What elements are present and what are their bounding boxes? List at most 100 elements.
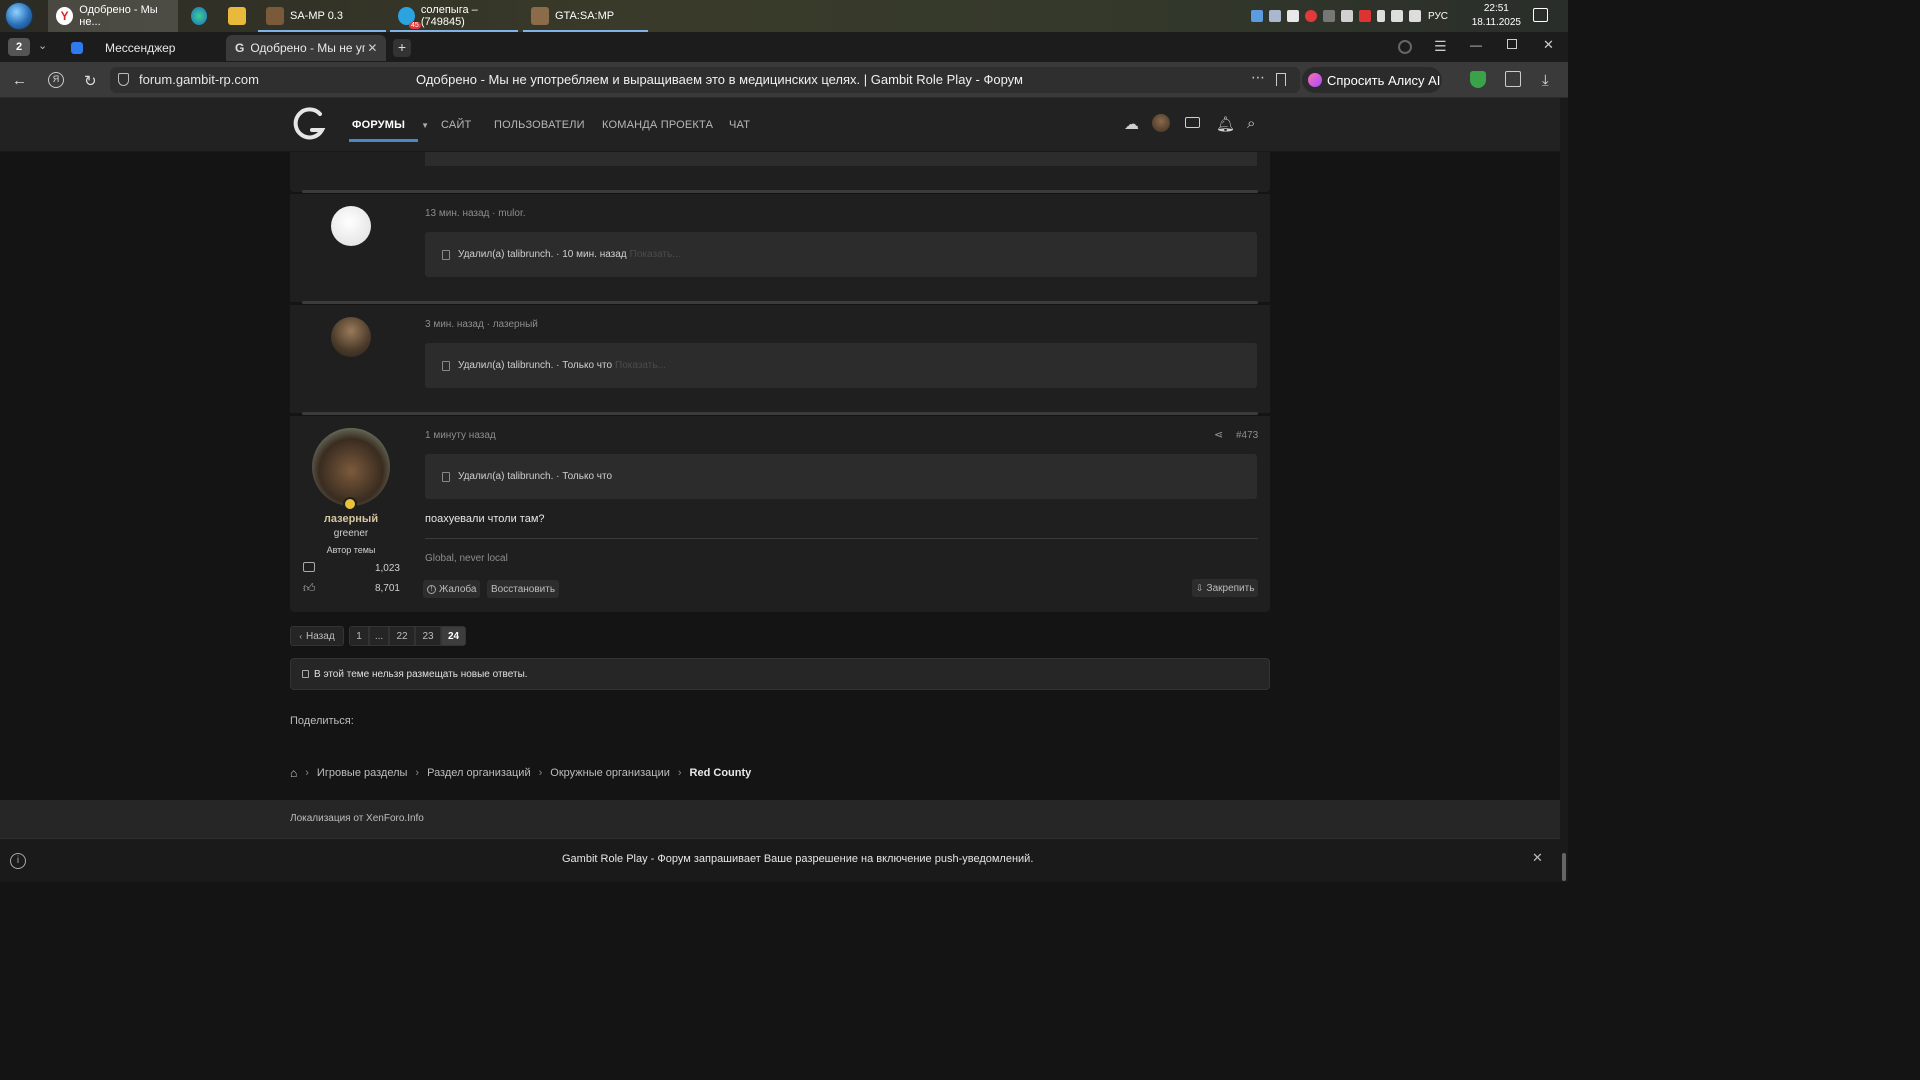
thread-content: 13 мин. назад · mulor. Удалил(а) talibru… [0,152,1560,800]
restore-button[interactable]: Восстановить [487,580,560,598]
search-icon[interactable]: ⌕ [1247,115,1255,132]
page-link[interactable]: 1 [349,626,369,646]
bell-icon[interactable]: 🔔︎ [1216,115,1235,133]
close-icon[interactable]: ✕ [1532,850,1543,866]
tab-group-counter[interactable]: 2 [8,38,30,56]
yandex-browser-icon: Y [56,7,74,25]
pin-button[interactable]: ⇩ Закрепить [1192,579,1259,597]
post-separator [302,190,1258,193]
scrollbar-thumb[interactable] [1562,853,1566,881]
taskbar-item-label: SA-MP 0.3 [290,10,343,22]
notifications-icon[interactable] [1533,8,1548,22]
app-tray-icon[interactable] [1341,10,1353,22]
avatar[interactable] [331,206,371,246]
taskbar-item-explorer[interactable] [220,0,252,32]
taskbar-item-label: GTA:SA:MP [555,10,615,22]
start-button[interactable] [5,2,33,30]
share-icon[interactable]: ⋖ [1214,428,1223,441]
minimize-icon[interactable]: — [1470,38,1482,52]
page-title-text: Одобрено - Мы не употребляем и выращивае… [416,72,1023,87]
url-field[interactable]: forum.gambit-rp.com Одобрено - Мы не упо… [110,67,1300,93]
yandex-home-icon[interactable]: Я [48,72,64,88]
chevron-right-icon: › [677,767,682,779]
trash-icon [442,249,450,260]
deleted-post-tail [425,152,1257,166]
author-avatar[interactable] [312,428,390,506]
gambit-logo[interactable] [290,106,328,142]
report-button[interactable]: ! Жалоба [423,580,481,598]
ask-alice-button[interactable]: Спросить Алису AI [1302,67,1442,93]
restore-icon[interactable] [1507,39,1517,49]
nav-forums[interactable]: ФОРУМЫ ▼ [352,98,429,152]
locked-notice-text: В этой теме нельзя размещать новые ответ… [314,668,528,680]
network-icon[interactable] [1391,10,1403,22]
language-indicator[interactable]: РУС [1428,11,1448,22]
site-info-icon[interactable] [118,73,129,86]
nav-users[interactable]: ПОЛЬЗОВАТЕЛИ [494,98,585,152]
volume-icon[interactable] [1409,10,1421,22]
taskbar-item-samp[interactable]: SA-MP 0.3 [258,0,386,32]
steam-icon[interactable] [1269,10,1281,22]
avatar[interactable] [331,317,371,357]
pagination-prev[interactable]: ‹ Назад [290,626,344,646]
page-current[interactable]: 24 [441,626,466,646]
tab-label: Одобрено - Мы не упо [250,41,366,55]
breadcrumb-item-current[interactable]: Red County [690,767,752,779]
yandex-tray-icon[interactable] [1305,10,1317,22]
post-meta[interactable]: 13 мин. назад · mulor. [425,208,526,219]
back-arrow-icon[interactable]: ← [12,72,27,89]
page-scrollbar[interactable] [1560,98,1568,882]
close-tab-icon[interactable]: ✕ [367,41,377,55]
collections-icon[interactable] [1505,71,1521,87]
bookmark-icon[interactable] [1276,73,1286,86]
show-link[interactable]: Показать... [630,249,681,260]
download-icon[interactable]: ⤓ [1542,72,1549,89]
post-meta[interactable]: 3 мин. назад · лазерный [425,319,538,330]
caret-down-icon[interactable]: ▼ [421,121,429,130]
tab-forum-thread[interactable]: G Одобрено - Мы не упо ✕ [226,35,386,61]
profile-icon[interactable] [1398,40,1412,54]
push-permission-bar: i Gambit Role Play - Форум запрашивает В… [0,838,1568,882]
author-name[interactable]: лазерный [290,513,412,525]
new-tab-button[interactable]: + [393,39,411,57]
nav-team[interactable]: КОМАНДА ПРОЕКТА [602,98,713,152]
info-icon[interactable]: i [10,853,26,869]
nav-chat[interactable]: ЧАТ [729,98,750,152]
mail-icon[interactable] [1185,117,1200,128]
messages-icon [303,562,315,572]
home-icon[interactable]: ⌂ [290,766,297,780]
chevron-down-icon[interactable]: ⌄ [38,39,47,52]
protect-shield-icon[interactable] [1470,71,1486,88]
post-meta[interactable]: 1 минуту назад [425,430,496,441]
breadcrumb-item[interactable]: Раздел организаций [427,767,531,779]
browser-tab-strip: 2 ⌄ Мессенджер G Одобрено - Мы не упо ✕ … [0,32,1568,62]
bluetooth-icon[interactable] [1251,10,1263,22]
amd-icon[interactable] [1359,10,1371,22]
nav-label: КОМАНДА ПРОЕКТА [602,119,714,131]
taskbar-item-telegram[interactable]: 45 солепыга – (749845) [390,0,518,32]
reload-icon[interactable]: ↻ [84,72,97,90]
gamepad-icon[interactable] [1323,10,1335,22]
taskbar-item-yandex-browser[interactable]: Y Одобрено - Мы не... [48,0,178,32]
taskbar-item-edge[interactable] [183,0,213,32]
more-icon[interactable]: ⋯ [1251,69,1265,86]
tab-messenger[interactable]: Мессенджер [62,35,222,61]
usb-icon[interactable] [1377,10,1385,22]
page-link[interactable]: ... [369,626,389,646]
show-link[interactable]: Показать... [615,360,666,371]
breadcrumb-item[interactable]: Окружные организации [550,767,670,779]
menu-icon[interactable]: ☰ [1434,38,1447,55]
cloud-icon[interactable]: ☁ [1124,115,1139,133]
user-avatar[interactable] [1152,114,1170,132]
page-link[interactable]: 22 [389,626,415,646]
clock[interactable]: 22:51 18.11.2025 [1472,2,1521,30]
nav-site[interactable]: САЙТ [441,98,471,152]
close-window-icon[interactable]: ✕ [1543,37,1554,53]
footer-localization-link[interactable]: Локализация от XenForo.Info [290,813,424,824]
telegram-tray-icon[interactable] [1287,10,1299,22]
page-link[interactable]: 23 [415,626,441,646]
post-number[interactable]: #473 [1236,430,1258,441]
taskbar-item-gta[interactable]: GTA:SA:MP [523,0,648,32]
breadcrumb-item[interactable]: Игровые разделы [317,767,408,779]
post-separator [302,412,1258,415]
